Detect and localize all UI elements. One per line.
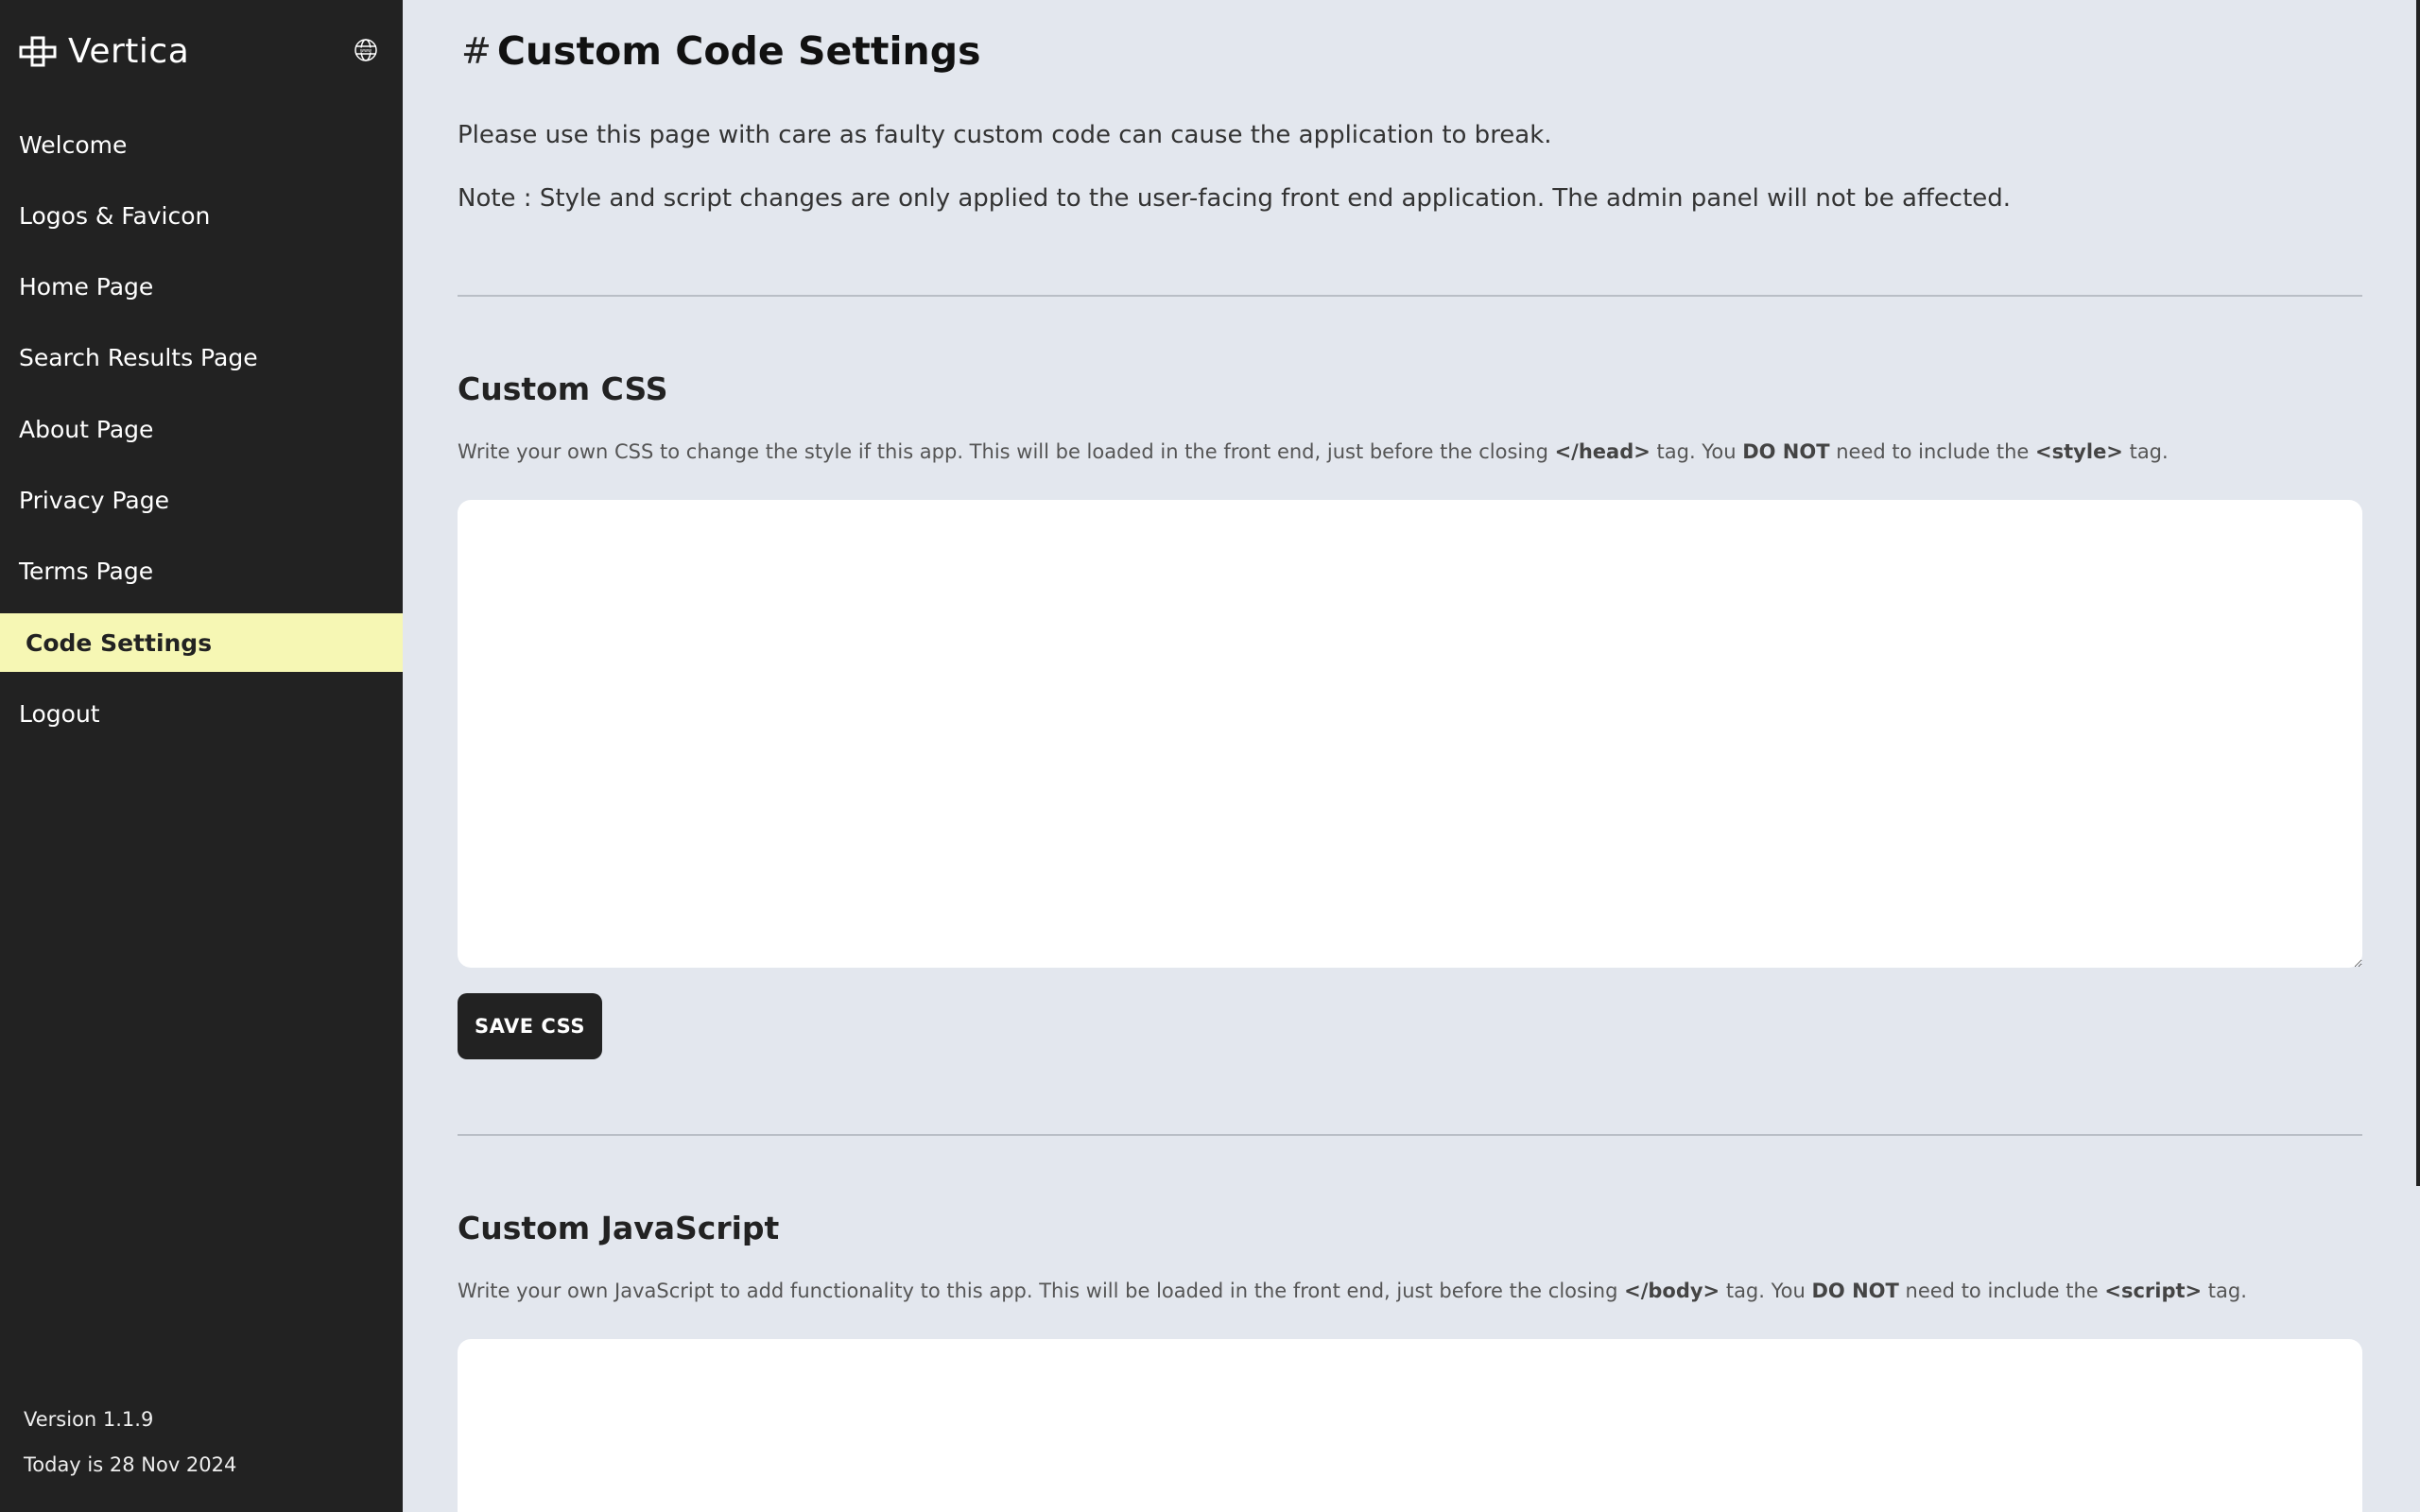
- brand-name: Vertica: [68, 31, 190, 71]
- sidebar-item-search-results-page[interactable]: Search Results Page: [0, 329, 403, 387]
- sidebar-item-label: About Page: [19, 415, 154, 443]
- sidebar-item-label: Search Results Page: [19, 344, 258, 372]
- custom-css-description: Write your own CSS to change the style i…: [458, 440, 2169, 463]
- globe-www-icon[interactable]: www: [354, 38, 378, 62]
- sidebar-item-label: Logos & Favicon: [19, 201, 211, 230]
- sidebar-item-label: Code Settings: [26, 628, 213, 657]
- sidebar-item-label: Logout: [19, 699, 100, 728]
- app-root: Vertica www Welcome Logos & Favicon Home…: [0, 0, 2420, 1512]
- version-text: Version 1.1.9: [24, 1408, 154, 1431]
- page-scrollbar[interactable]: [2416, 0, 2420, 1186]
- sidebar-item-label: Terms Page: [19, 558, 154, 586]
- sidebar: Vertica www Welcome Logos & Favicon Home…: [0, 0, 403, 1512]
- sidebar-item-label: Privacy Page: [19, 486, 169, 514]
- divider: [458, 295, 2362, 297]
- intro-text: Please use this page with care as faulty…: [458, 121, 1552, 149]
- svg-text:www: www: [360, 48, 372, 54]
- custom-javascript-textarea[interactable]: [458, 1339, 2362, 1512]
- sidebar-item-label: Welcome: [19, 130, 128, 159]
- sidebar-footer: Version 1.1.9 Today is 28 Nov 2024: [24, 1397, 236, 1487]
- sidebar-item-welcome[interactable]: Welcome: [0, 115, 403, 174]
- custom-css-title: Custom CSS: [458, 370, 668, 407]
- sidebar-item-logos-favicon[interactable]: Logos & Favicon: [0, 186, 403, 245]
- save-css-button[interactable]: SAVE CSS: [458, 993, 602, 1059]
- sidebar-item-about-page[interactable]: About Page: [0, 400, 403, 458]
- sidebar-item-logout[interactable]: Logout: [0, 684, 403, 743]
- hash-icon: #: [461, 30, 492, 72]
- custom-javascript-description: Write your own JavaScript to add functio…: [458, 1280, 2247, 1302]
- divider: [458, 1134, 2362, 1136]
- sidebar-item-label: Home Page: [19, 273, 154, 301]
- sidebar-item-terms-page[interactable]: Terms Page: [0, 542, 403, 601]
- today-date-text: Today is 28 Nov 2024: [24, 1453, 237, 1476]
- page-title-text: Custom Code Settings: [496, 28, 981, 74]
- sidebar-nav: Welcome Logos & Favicon Home Page Search…: [0, 115, 403, 756]
- sidebar-item-code-settings[interactable]: Code Settings: [0, 613, 403, 673]
- custom-css-textarea[interactable]: [458, 500, 2362, 968]
- note-text: Note : Style and script changes are only…: [458, 184, 2012, 213]
- brand[interactable]: Vertica: [19, 28, 189, 74]
- page-title: # Custom Code Settings: [461, 28, 981, 74]
- grid-cross-icon: [19, 36, 57, 67]
- sidebar-item-home-page[interactable]: Home Page: [0, 258, 403, 317]
- custom-javascript-title: Custom JavaScript: [458, 1210, 780, 1246]
- sidebar-item-privacy-page[interactable]: Privacy Page: [0, 471, 403, 529]
